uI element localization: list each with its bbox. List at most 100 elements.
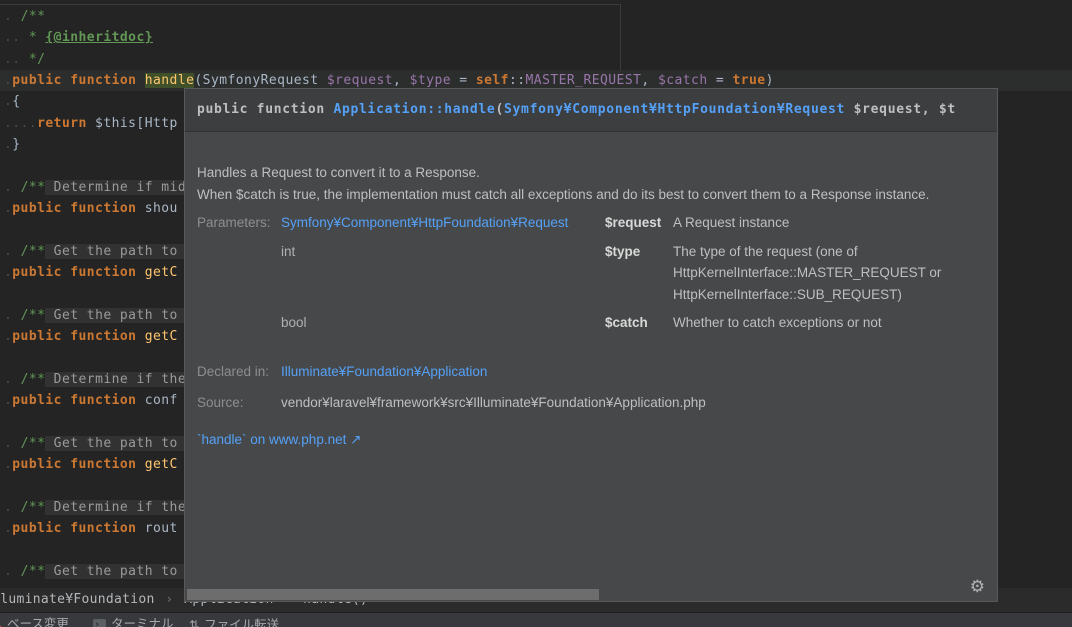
parameters-label bbox=[197, 312, 281, 334]
signature-link[interactable]: Symfony¥Component¥HttpFoundation¥Request bbox=[504, 102, 845, 117]
code-token: . bbox=[4, 307, 21, 323]
doc-popup-signature: public function Application::handle(Symf… bbox=[185, 89, 997, 132]
code-token: */ bbox=[28, 51, 46, 67]
param-type: int bbox=[281, 243, 296, 259]
code-token: } bbox=[12, 137, 21, 153]
status-bar: ベース変更 ›_ ターミナル ⇅ ファイル転送 bbox=[0, 612, 1072, 627]
folded-comment[interactable]: Get the path to th bbox=[45, 307, 203, 323]
parameters-label bbox=[197, 241, 281, 306]
code-token: getC bbox=[144, 329, 178, 345]
statusbar-item-file-transfer[interactable]: ⇅ ファイル転送 bbox=[189, 615, 279, 627]
code-token: return bbox=[37, 115, 96, 131]
code-token: handle bbox=[144, 73, 195, 89]
statusbar-item-label: ベース変更 bbox=[7, 616, 69, 627]
folded-comment[interactable]: Get the path to th bbox=[45, 563, 203, 579]
code-token: public function bbox=[12, 329, 145, 345]
param-type-link[interactable]: Symfony¥Component¥HttpFoundation¥Request bbox=[281, 212, 605, 234]
declared-in-link[interactable]: Illuminate¥Foundation¥Application bbox=[281, 361, 981, 383]
code-line[interactable]: .. */ bbox=[0, 49, 1072, 70]
code-token: public function bbox=[12, 521, 145, 537]
code-token: self bbox=[475, 73, 509, 89]
param-name: $request bbox=[605, 215, 662, 230]
statusbar-item-label: ファイル転送 bbox=[204, 616, 280, 627]
code-token: . bbox=[4, 9, 21, 24]
code-token: .. bbox=[4, 51, 29, 67]
param-description: A Request instance bbox=[673, 215, 790, 230]
code-token: ) bbox=[765, 73, 774, 89]
code-token: /** bbox=[20, 9, 46, 24]
code-token: SymfonyRequest bbox=[202, 73, 327, 89]
doc-description: Handles a Request to convert it to a Res… bbox=[197, 162, 957, 205]
ide-window: . /**.. * {@inheritdoc}.. */.public func… bbox=[0, 0, 1072, 627]
code-token: $type bbox=[409, 73, 451, 89]
code-token: ( bbox=[194, 73, 203, 89]
param-description: The type of the request (one of HttpKern… bbox=[673, 243, 942, 302]
folded-comment[interactable]: Get the path to th bbox=[45, 435, 203, 451]
code-token: . bbox=[4, 371, 21, 387]
code-line[interactable]: .. * {@inheritdoc} bbox=[0, 27, 1072, 48]
folded-comment[interactable]: Get the path to th bbox=[45, 243, 203, 259]
code-token: public function bbox=[12, 393, 145, 409]
signature-text: public function bbox=[197, 102, 334, 117]
code-token: /** bbox=[20, 499, 46, 515]
code-token: public function bbox=[12, 457, 145, 473]
code-token: shou bbox=[144, 201, 178, 217]
code-token: getC bbox=[144, 457, 178, 473]
code-token: $catch bbox=[657, 73, 708, 89]
code-token: = bbox=[707, 73, 733, 89]
breadcrumb-item[interactable]: Illuminate¥Foundation bbox=[0, 592, 155, 607]
code-token: = bbox=[451, 73, 476, 89]
red-flag-icon bbox=[0, 622, 2, 627]
doc-popup-body: Handles a Request to convert it to a Res… bbox=[185, 162, 997, 450]
param-name: $type bbox=[605, 243, 641, 259]
statusbar-item-label: ターミナル bbox=[111, 616, 174, 627]
code-token: . bbox=[4, 499, 21, 515]
param-name: $catch bbox=[605, 315, 648, 330]
code-token: /** bbox=[20, 179, 46, 195]
breadcrumb-separator-icon: › bbox=[165, 592, 174, 606]
statusbar-item-red-flag[interactable]: ベース変更 bbox=[0, 615, 69, 627]
code-token: public function bbox=[12, 73, 145, 89]
declared-source-table: Declared in: Illuminate¥Foundation¥Appli… bbox=[197, 361, 985, 414]
code-token: . bbox=[4, 243, 21, 259]
signature-text: ( bbox=[495, 102, 504, 117]
terminal-icon: ›_ bbox=[93, 619, 106, 627]
php-net-link-text: `handle` on www.php.net bbox=[197, 431, 347, 447]
php-net-link[interactable]: `handle` on www.php.net ↗ bbox=[197, 429, 985, 451]
code-token: . bbox=[4, 435, 21, 451]
code-token: , bbox=[393, 73, 410, 89]
code-token: public function bbox=[12, 265, 145, 281]
code-token: $request bbox=[326, 73, 394, 89]
code-token: public function bbox=[12, 201, 145, 217]
folded-comment[interactable]: Determine if midd bbox=[45, 179, 195, 195]
code-token: /** bbox=[20, 435, 46, 451]
popup-horizontal-scrollbar-thumb[interactable] bbox=[187, 589, 599, 600]
code-token: . bbox=[4, 179, 21, 195]
statusbar-item-terminal[interactable]: ›_ ターミナル bbox=[93, 615, 174, 627]
gear-icon[interactable]: ⚙ bbox=[970, 577, 985, 597]
param-description: Whether to catch exceptions or not bbox=[673, 315, 882, 330]
code-token: . bbox=[4, 563, 21, 579]
parameters-label: Parameters: bbox=[197, 215, 271, 230]
declared-in-label: Declared in: bbox=[197, 363, 270, 379]
parameters-table: Parameters: Symfony¥Component¥HttpFoundat… bbox=[197, 212, 985, 334]
folded-comment[interactable]: Determine if the a bbox=[45, 499, 203, 515]
code-token: true bbox=[732, 73, 766, 89]
code-token: * bbox=[28, 30, 46, 46]
code-token: .... bbox=[4, 115, 38, 131]
code-token: /** bbox=[20, 563, 46, 579]
signature-link[interactable]: Application::handle bbox=[333, 102, 495, 117]
quick-documentation-popup: public function Application::handle(Symf… bbox=[184, 88, 998, 602]
doc-description-line: Handles a Request to convert it to a Res… bbox=[197, 165, 480, 180]
code-token: /** bbox=[20, 371, 46, 387]
signature-text: $request, $t bbox=[845, 102, 956, 117]
folded-comment[interactable]: Determine if the a bbox=[45, 371, 203, 387]
param-type: bool bbox=[281, 315, 307, 330]
source-path: vendor¥laravel¥framework¥src¥Illuminate¥… bbox=[281, 395, 706, 410]
code-token: , bbox=[641, 73, 658, 89]
code-token: getC bbox=[144, 265, 178, 281]
code-token: .. bbox=[4, 30, 29, 46]
code-token: $this[Http bbox=[95, 115, 178, 131]
code-token: rout bbox=[144, 521, 178, 537]
code-line[interactable]: . /** bbox=[0, 6, 1072, 27]
